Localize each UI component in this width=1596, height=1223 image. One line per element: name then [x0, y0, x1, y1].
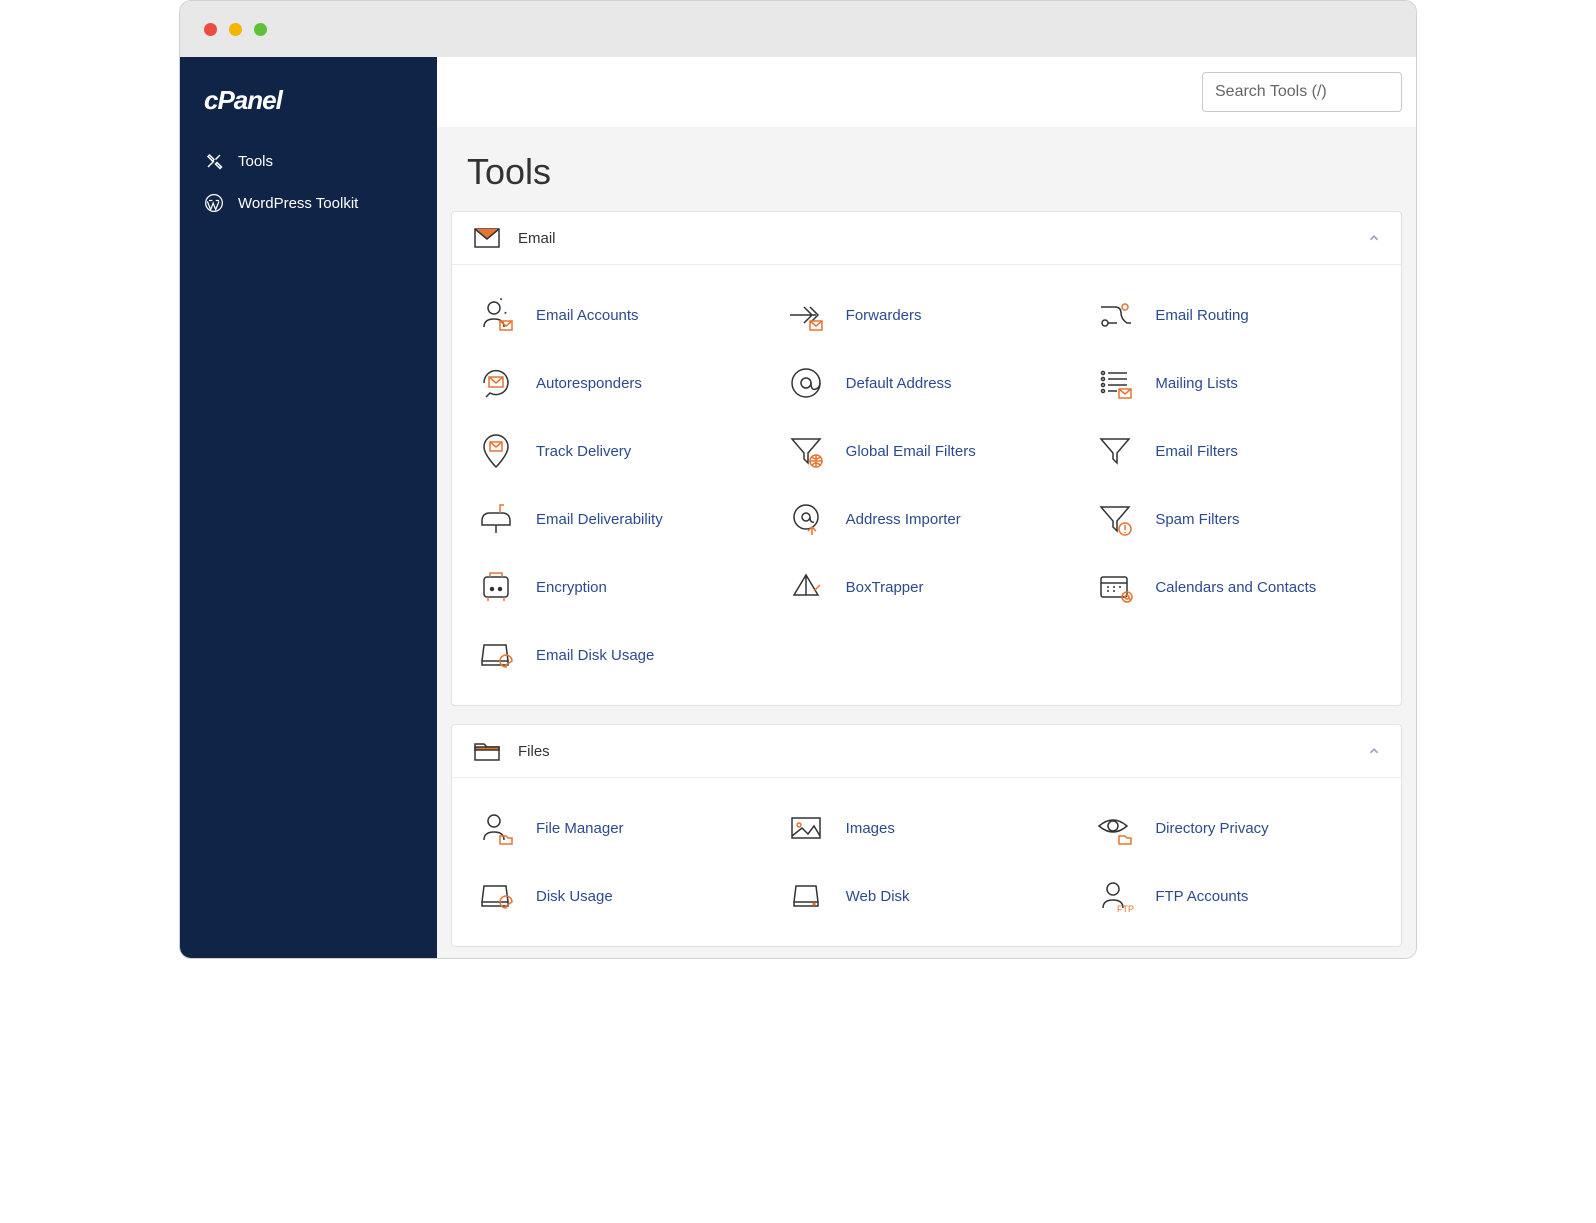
tool-calendars-contacts[interactable]: Calendars and Contacts: [1081, 553, 1391, 621]
tool-label: FTP Accounts: [1155, 888, 1248, 905]
eye-folder-icon: [1095, 808, 1135, 848]
tool-label: Mailing Lists: [1155, 375, 1238, 392]
minimize-window-button[interactable]: [229, 23, 242, 36]
tool-label: Address Importer: [846, 511, 961, 528]
sidebar-item-label: WordPress Toolkit: [238, 195, 358, 212]
tool-label: Email Accounts: [536, 307, 639, 324]
tool-label: Email Routing: [1155, 307, 1248, 324]
tool-label: Global Email Filters: [846, 443, 976, 460]
autoresponder-icon: [476, 363, 516, 403]
tool-images[interactable]: Images: [772, 794, 1082, 862]
section-header-email[interactable]: Email: [452, 212, 1401, 265]
user-ftp-icon: FTP: [1095, 876, 1135, 916]
search-input[interactable]: [1202, 72, 1402, 112]
tools-icon: [204, 151, 224, 171]
sidebar: cPanel Tools WordPress Toolkit: [180, 57, 437, 958]
wordpress-icon: [204, 193, 224, 213]
tool-grid-files: File Manager Images Directory Privacy Di…: [452, 778, 1401, 946]
tool-file-manager[interactable]: File Manager: [462, 794, 772, 862]
tool-label: Images: [846, 820, 895, 837]
svg-text:FTP: FTP: [1117, 904, 1134, 914]
at-icon: [786, 363, 826, 403]
pin-mail-icon: [476, 431, 516, 471]
mailbox-icon: [476, 499, 516, 539]
image-icon: [786, 808, 826, 848]
section-title: Email: [518, 230, 556, 247]
disk-pie-icon: [476, 876, 516, 916]
chevron-up-icon: [1367, 744, 1381, 758]
window-titlebar: [180, 1, 1416, 57]
tool-email-accounts[interactable]: Email Accounts: [462, 281, 772, 349]
tool-autoresponders[interactable]: Autoresponders: [462, 349, 772, 417]
disk-icon: [786, 876, 826, 916]
filter-alert-icon: [1095, 499, 1135, 539]
tool-label: Email Deliverability: [536, 511, 663, 528]
tool-label: Track Delivery: [536, 443, 631, 460]
section-email: Email Email Accounts Forwarders: [451, 211, 1402, 706]
section-title: Files: [518, 743, 550, 760]
tool-encryption[interactable]: Encryption: [462, 553, 772, 621]
tool-label: Email Disk Usage: [536, 647, 654, 664]
routing-icon: [1095, 295, 1135, 335]
tool-label: Directory Privacy: [1155, 820, 1268, 837]
trap-icon: [786, 567, 826, 607]
app-window: cPanel Tools WordPress Toolkit Tools: [179, 0, 1417, 959]
forward-icon: [786, 295, 826, 335]
calendar-at-icon: [1095, 567, 1135, 607]
tool-email-filters[interactable]: Email Filters: [1081, 417, 1391, 485]
main-content: Tools Email Email Accounts: [437, 57, 1416, 958]
tool-spam-filters[interactable]: Spam Filters: [1081, 485, 1391, 553]
tool-web-disk[interactable]: Web Disk: [772, 862, 1082, 930]
tool-email-deliverability[interactable]: Email Deliverability: [462, 485, 772, 553]
tool-default-address[interactable]: Default Address: [772, 349, 1082, 417]
user-folder-icon: [476, 808, 516, 848]
tool-grid-email: Email Accounts Forwarders Email Routing …: [452, 265, 1401, 705]
safe-icon: [476, 567, 516, 607]
tool-boxtrapper[interactable]: BoxTrapper: [772, 553, 1082, 621]
tool-label: Email Filters: [1155, 443, 1238, 460]
tool-label: Calendars and Contacts: [1155, 579, 1316, 596]
tool-email-disk-usage[interactable]: Email Disk Usage: [462, 621, 772, 689]
tool-label: BoxTrapper: [846, 579, 924, 596]
sidebar-item-tools[interactable]: Tools: [180, 140, 437, 182]
tool-ftp-accounts[interactable]: FTP FTP Accounts: [1081, 862, 1391, 930]
top-bar: [437, 57, 1416, 127]
tool-label: Encryption: [536, 579, 607, 596]
tool-label: Disk Usage: [536, 888, 613, 905]
maximize-window-button[interactable]: [254, 23, 267, 36]
tool-track-delivery[interactable]: Track Delivery: [462, 417, 772, 485]
tool-label: Autoresponders: [536, 375, 642, 392]
brand-logo: cPanel: [180, 75, 437, 140]
tool-global-email-filters[interactable]: Global Email Filters: [772, 417, 1082, 485]
tool-directory-privacy[interactable]: Directory Privacy: [1081, 794, 1391, 862]
email-icon: [474, 228, 500, 248]
section-files: Files File Manager Images: [451, 724, 1402, 947]
user-mail-icon: [476, 295, 516, 335]
tool-label: Web Disk: [846, 888, 910, 905]
tool-label: Forwarders: [846, 307, 922, 324]
tool-label: File Manager: [536, 820, 624, 837]
folder-icon: [474, 741, 500, 761]
page-title: Tools: [437, 127, 1416, 211]
tool-label: Spam Filters: [1155, 511, 1239, 528]
at-import-icon: [786, 499, 826, 539]
tool-mailing-lists[interactable]: Mailing Lists: [1081, 349, 1391, 417]
filter-icon: [1095, 431, 1135, 471]
chevron-up-icon: [1367, 231, 1381, 245]
close-window-button[interactable]: [204, 23, 217, 36]
sidebar-item-label: Tools: [238, 153, 273, 170]
disk-chart-icon: [476, 635, 516, 675]
list-mail-icon: [1095, 363, 1135, 403]
section-header-files[interactable]: Files: [452, 725, 1401, 778]
filter-globe-icon: [786, 431, 826, 471]
tool-disk-usage[interactable]: Disk Usage: [462, 862, 772, 930]
sidebar-item-wordpress[interactable]: WordPress Toolkit: [180, 182, 437, 224]
tool-email-routing[interactable]: Email Routing: [1081, 281, 1391, 349]
tool-label: Default Address: [846, 375, 952, 392]
tool-address-importer[interactable]: Address Importer: [772, 485, 1082, 553]
tool-forwarders[interactable]: Forwarders: [772, 281, 1082, 349]
